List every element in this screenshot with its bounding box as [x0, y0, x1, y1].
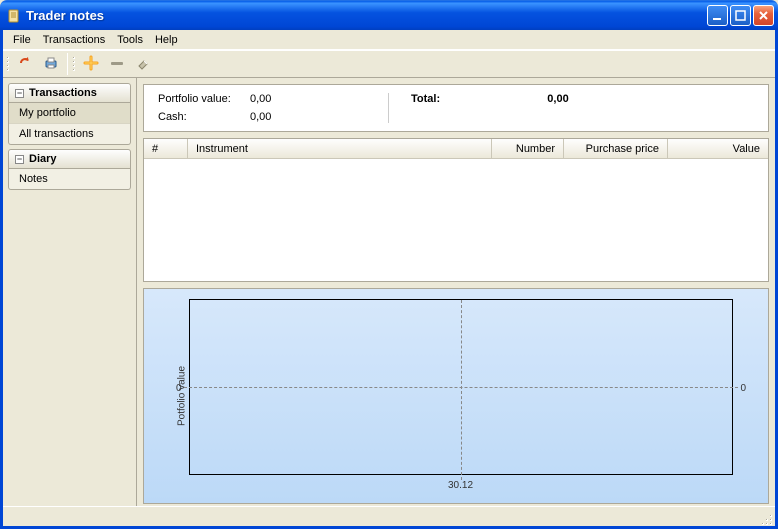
- resize-grip[interactable]: [759, 512, 773, 526]
- chart-plot-area[interactable]: [189, 299, 733, 475]
- sidebar-item-label: Notes: [19, 173, 48, 185]
- remove-button[interactable]: [105, 52, 129, 76]
- title-bar: Trader notes: [0, 0, 778, 30]
- toolbar-grip[interactable]: [5, 53, 12, 75]
- toolbar-separator: [67, 53, 68, 75]
- plus-icon: [83, 55, 99, 74]
- col-num[interactable]: #: [144, 139, 188, 158]
- minimize-button[interactable]: [707, 5, 728, 26]
- sidebar-header-transactions[interactable]: − Transactions: [8, 83, 131, 103]
- clear-button[interactable]: [131, 52, 155, 76]
- sidebar-item-my-portfolio[interactable]: My portfolio: [9, 103, 130, 124]
- sidebar-item-all-transactions[interactable]: All transactions: [9, 124, 130, 144]
- toolbar: [3, 50, 775, 78]
- minus-icon: [109, 55, 125, 74]
- collapse-icon: −: [15, 155, 24, 164]
- table-body[interactable]: [144, 159, 768, 281]
- menu-bar: File Transactions Tools Help: [3, 30, 775, 50]
- chart-ytick-right: 0: [740, 383, 746, 394]
- window-controls: [707, 5, 774, 26]
- menu-file[interactable]: File: [7, 32, 37, 48]
- menu-transactions[interactable]: Transactions: [37, 32, 112, 48]
- add-button[interactable]: [79, 52, 103, 76]
- menu-tools[interactable]: Tools: [111, 32, 149, 48]
- sidebar-header-diary[interactable]: − Diary: [8, 149, 131, 169]
- table-header: # Instrument Number Purchase price Value: [144, 139, 768, 159]
- eraser-icon: [135, 55, 151, 74]
- print-button[interactable]: [39, 52, 63, 76]
- maximize-button[interactable]: [730, 5, 751, 26]
- chart-panel: Potfolio value 0 0 30.12: [143, 288, 769, 504]
- app-icon: [6, 8, 22, 24]
- collapse-icon: −: [15, 89, 24, 98]
- holdings-table: # Instrument Number Purchase price Value: [143, 138, 769, 282]
- portfolio-value-label: Portfolio value:: [158, 93, 250, 105]
- col-value[interactable]: Value: [668, 139, 768, 158]
- chart-y-axis-label: Potfolio value: [177, 366, 188, 426]
- toolbar-grip-2[interactable]: [71, 53, 78, 75]
- cash-label: Cash:: [158, 111, 250, 123]
- col-price[interactable]: Purchase price: [564, 139, 668, 158]
- col-instrument[interactable]: Instrument: [188, 139, 492, 158]
- chart-xtick: 30.12: [448, 480, 473, 491]
- sidebar-item-label: All transactions: [19, 128, 94, 140]
- sidebar-panel-transactions: − Transactions My portfolio All transact…: [8, 83, 131, 145]
- close-button[interactable]: [753, 5, 774, 26]
- summary-divider: [388, 93, 389, 123]
- sidebar: − Transactions My portfolio All transact…: [3, 78, 137, 506]
- portfolio-value-amount: 0,00: [250, 93, 320, 105]
- refresh-button[interactable]: [13, 52, 37, 76]
- cash-amount: 0,00: [250, 111, 320, 123]
- window-title: Trader notes: [26, 8, 707, 23]
- refresh-icon: [17, 55, 33, 74]
- status-bar: [3, 506, 775, 526]
- sidebar-item-label: My portfolio: [19, 107, 76, 119]
- total-amount: 0,00: [503, 93, 613, 105]
- total-label: Total:: [411, 93, 503, 105]
- printer-icon: [43, 55, 59, 74]
- summary-panel: Portfolio value: 0,00 Cash: 0,00 Total: …: [143, 84, 769, 132]
- sidebar-header-label: Transactions: [29, 87, 97, 99]
- menu-help[interactable]: Help: [149, 32, 184, 48]
- sidebar-panel-diary: − Diary Notes: [8, 149, 131, 190]
- chart-ytick-left: 0: [176, 383, 182, 394]
- chart-vgrid: [461, 300, 462, 480]
- sidebar-header-label: Diary: [29, 153, 57, 165]
- sidebar-item-notes[interactable]: Notes: [9, 169, 130, 189]
- col-number[interactable]: Number: [492, 139, 564, 158]
